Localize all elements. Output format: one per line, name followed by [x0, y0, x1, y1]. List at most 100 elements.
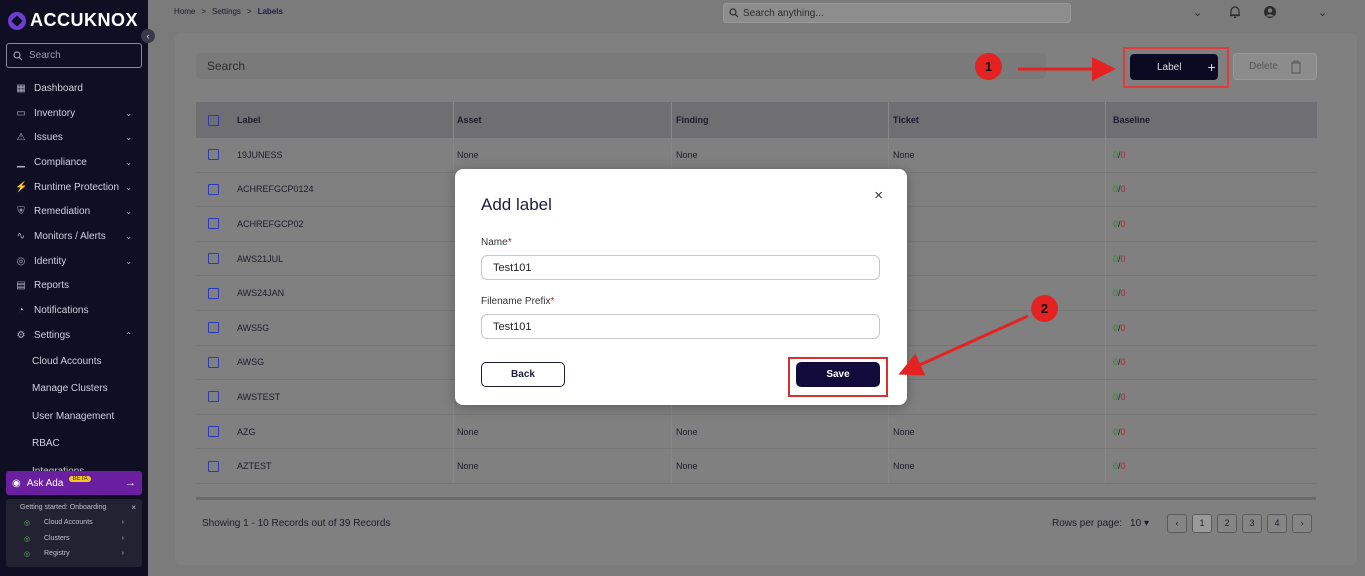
cell-label: 19JUNESS — [237, 149, 283, 160]
onboarding-item[interactable]: ◎ Clusters › — [22, 535, 142, 551]
header-ticket[interactable]: Ticket — [888, 102, 1105, 138]
back-button[interactable]: Back — [481, 362, 565, 387]
row-checkbox[interactable] — [208, 183, 219, 195]
next-page-button[interactable]: › — [1292, 514, 1312, 533]
header-finding[interactable]: Finding — [671, 102, 888, 138]
delete-button[interactable]: Delete — [1233, 53, 1317, 80]
sidebar-item-issues[interactable]: ⚠ Issues ⌄ — [0, 125, 148, 150]
chevron-icon: ⌄ — [125, 157, 132, 167]
cell-baseline: 0/0 — [1105, 276, 1317, 310]
cell-label: AWS24JAN — [237, 288, 285, 299]
filename-prefix-field[interactable] — [481, 314, 880, 339]
row-checkbox[interactable] — [208, 391, 219, 403]
close-icon[interactable]: × — [131, 503, 136, 512]
baseline-fail-count: 0 — [1120, 253, 1126, 264]
logo[interactable]: ACCUKNOX — [8, 10, 138, 31]
onboarding-item[interactable]: ◎ Cloud Accounts › — [22, 519, 142, 535]
sidebar-subitem-manage-clusters[interactable]: Manage Clusters — [0, 375, 148, 403]
cell-asset: None — [453, 414, 671, 449]
select-all-checkbox[interactable] — [208, 114, 219, 126]
row-checkbox[interactable] — [208, 356, 219, 368]
name-label-text: Name — [481, 237, 508, 248]
row-checkbox[interactable] — [208, 149, 219, 161]
identity-icon: ◎ — [16, 255, 26, 267]
global-search-input[interactable]: Search anything... — [723, 3, 1071, 23]
page-3-button[interactable]: 3 — [1242, 514, 1262, 533]
page-2-button[interactable]: 2 — [1217, 514, 1237, 533]
table-row[interactable]: AZG None None None 0/0 — [196, 414, 1317, 450]
page-4-button[interactable]: 4 — [1267, 514, 1287, 533]
bell-icon: ◔ — [17, 305, 25, 317]
row-checkbox[interactable] — [208, 322, 219, 334]
sidebar-item-remediation[interactable]: ⛨ Remediation ⌄ — [0, 199, 148, 224]
onboarding-item[interactable]: ◎ Registry › — [22, 550, 142, 566]
row-checkbox-cell — [196, 287, 231, 299]
sidebar-item-reports[interactable]: ▤ Reports — [0, 274, 148, 299]
ask-ada-button[interactable]: ◉ Ask Ada BETA → — [6, 471, 142, 495]
sidebar-subitem-user-management[interactable]: User Management — [0, 403, 148, 431]
cell-baseline: 0/0 — [1105, 172, 1317, 207]
sidebar-item-dashboard[interactable]: ▦ Dashboard — [0, 76, 148, 101]
user-menu-chevron-icon[interactable]: ⌄ — [1318, 6, 1327, 19]
user-avatar-icon[interactable] — [1263, 5, 1277, 22]
sidebar-subitem-rbac[interactable]: RBAC — [0, 430, 148, 458]
sidebar-item-settings[interactable]: ⚙ Settings ⌃ — [0, 323, 148, 348]
sidebar-item-runtime-protection[interactable]: ⚡ Runtime Protection ⌄ — [0, 175, 148, 200]
sidebar-search-input[interactable]: Search — [6, 43, 142, 68]
check-circle-icon: ◎ — [24, 520, 31, 527]
table-row[interactable]: AZTEST None None None 0/0 — [196, 449, 1317, 484]
chevron-icon: ⌄ — [125, 108, 132, 118]
sidebar-item-identity[interactable]: ◎ Identity ⌄ — [0, 249, 148, 274]
chevron-icon: ⌄ — [125, 182, 132, 192]
sidebar-subitem-cloud-accounts[interactable]: Cloud Accounts — [0, 348, 148, 376]
trash-icon — [1290, 60, 1301, 73]
close-icon[interactable]: × — [874, 187, 883, 204]
rows-per-page-select[interactable]: 10 ▾ — [1130, 518, 1149, 529]
sidebar-item-label: Reports — [34, 280, 70, 292]
page-1-button[interactable]: 1 — [1192, 514, 1212, 533]
cell-asset: None — [453, 138, 671, 172]
sidebar-collapse-button[interactable]: ‹ — [141, 29, 155, 43]
row-checkbox[interactable] — [208, 460, 219, 472]
cell-baseline: 0/0 — [1105, 138, 1317, 172]
prev-page-button[interactable]: ‹ — [1167, 514, 1187, 533]
row-checkbox[interactable] — [208, 218, 219, 230]
breadcrumb-settings[interactable]: Settings — [212, 7, 241, 16]
sidebar-item-monitors-alerts[interactable]: ∿ Monitors / Alerts ⌄ — [0, 224, 148, 249]
sidebar-item-inventory[interactable]: ▭ Inventory ⌄ — [0, 101, 148, 126]
row-checkbox[interactable] — [208, 253, 219, 265]
breadcrumb-home[interactable]: Home — [174, 7, 195, 16]
select-all-checkbox-cell — [196, 114, 231, 126]
remediation-icon: ⛨ — [17, 206, 25, 218]
onboarding-item-label: Cloud Accounts — [44, 519, 93, 526]
chevron-down-icon[interactable]: ⌄ — [1193, 6, 1202, 19]
table-scrollbar[interactable] — [196, 497, 1316, 500]
header-label[interactable]: Label — [231, 115, 453, 125]
inventory-icon: ▭ — [16, 107, 26, 119]
baseline-fail-count: 0 — [1120, 391, 1126, 402]
name-field[interactable] — [481, 255, 880, 280]
cell-ticket: ne — [888, 172, 1105, 207]
cell-ticket: ne — [888, 345, 1105, 380]
chevron-icon: ⌄ — [125, 231, 132, 241]
annotation-step-1: 1 — [975, 53, 1002, 80]
sidebar-item-compliance[interactable]: ▁ Compliance ⌄ — [0, 150, 148, 175]
baseline-fail-count: 0 — [1120, 184, 1126, 195]
sidebar-nav: ▦ Dashboard ▭ Inventory ⌄ ⚠ Issues ⌄ ▁ Compliance… — [0, 76, 148, 485]
row-checkbox[interactable] — [208, 426, 219, 438]
cell-ticket: None — [888, 449, 1105, 483]
cell-ticket: ne — [888, 207, 1105, 241]
header-baseline[interactable]: Baseline — [1105, 102, 1317, 138]
caret-down-icon: ▾ — [1143, 518, 1149, 529]
issues-icon: ⚠ — [16, 132, 26, 144]
cell-label: AZTEST — [237, 461, 272, 472]
table-row[interactable]: 19JUNESS None None None 0/0 — [196, 138, 1317, 173]
bell-icon[interactable] — [1228, 5, 1242, 22]
row-checkbox[interactable] — [208, 287, 219, 299]
cell-finding: None — [671, 414, 888, 449]
sidebar-item-notifications[interactable]: ◔ Notifications — [0, 298, 148, 323]
labels-search-input[interactable]: Search — [196, 53, 1046, 79]
header-asset[interactable]: Asset — [453, 102, 671, 138]
runtime-icon: ⚡ — [15, 181, 28, 193]
arrow-right-icon: → — [125, 477, 136, 489]
